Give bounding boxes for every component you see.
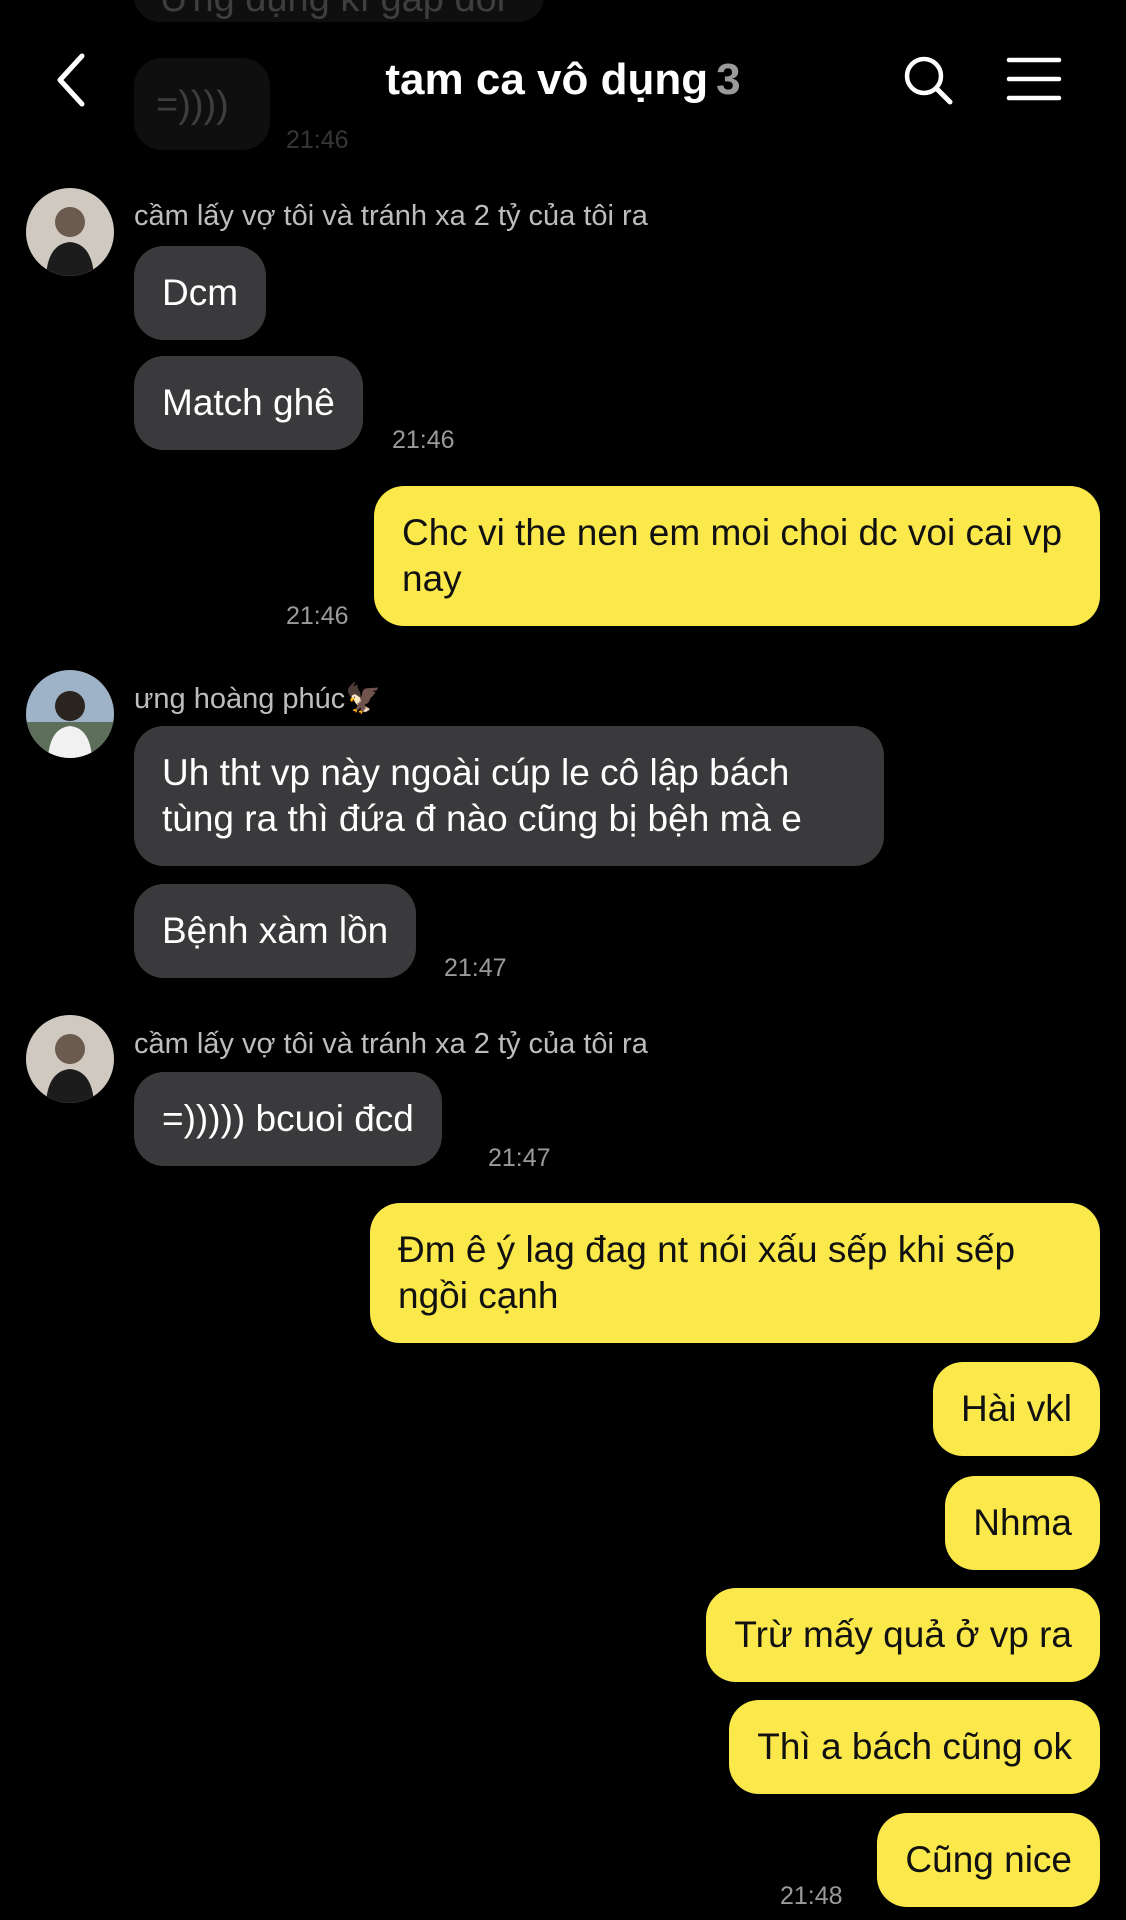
search-button[interactable]	[900, 52, 956, 108]
message-time: 21:47	[488, 1144, 551, 1172]
message-time: 21:47	[444, 954, 507, 982]
member-count: 3	[716, 55, 741, 104]
chat-screen: Ứng dụng kí gấp đôi =)))) 21:46 tam ca v…	[0, 0, 1126, 1920]
sender-name: cầm lấy vợ tôi và tránh xa 2 tỷ của tôi …	[134, 1028, 648, 1060]
avatar[interactable]	[26, 188, 114, 276]
avatar-photo-icon	[26, 1015, 114, 1103]
message-bubble[interactable]: Dcm	[134, 246, 267, 340]
avatar[interactable]	[26, 670, 114, 758]
message-bubble[interactable]: Hài vkl	[932, 1362, 1100, 1456]
sender-name: ưng hoàng phúc🦅	[134, 683, 382, 715]
message-time: 21:48	[780, 1882, 843, 1910]
message-bubble[interactable]: Cũng nice	[877, 1813, 1100, 1907]
avatar-photo-icon	[26, 188, 114, 276]
message-bubble[interactable]: Bệnh xàm lồn	[134, 884, 417, 978]
message-bubble[interactable]: =))))) bcuoi đcd	[134, 1072, 442, 1166]
message-bubble[interactable]: Chc vi the nen em moi choi dc voi cai vp…	[374, 486, 1100, 626]
avatar-photo-icon	[26, 670, 114, 758]
chat-title: tam ca vô dụng 3	[0, 50, 1126, 110]
message-bubble[interactable]: Nhma	[945, 1476, 1100, 1570]
menu-button[interactable]	[1006, 54, 1062, 104]
chat-header: tam ca vô dụng 3	[0, 0, 1126, 160]
avatar[interactable]	[26, 1015, 114, 1103]
message-bubble[interactable]: Uh tht vp này ngoài cúp le cô lập bách t…	[134, 726, 884, 866]
message-bubble[interactable]: Thì a bách cũng ok	[729, 1700, 1100, 1794]
message-time: 21:46	[286, 602, 349, 630]
hamburger-menu-icon	[1006, 57, 1062, 101]
search-icon	[904, 56, 953, 105]
message-time: 21:46	[392, 426, 455, 454]
group-name: tam ca vô dụng	[385, 55, 709, 104]
message-bubble[interactable]: Đm ê ý lag đag nt nói xấu sếp khi sếp ng…	[370, 1203, 1100, 1343]
sender-name: cầm lấy vợ tôi và tránh xa 2 tỷ của tôi …	[134, 200, 648, 232]
message-bubble[interactable]: Match ghê	[134, 356, 363, 450]
message-bubble[interactable]: Trừ mấy quả ở vp ra	[706, 1588, 1100, 1682]
